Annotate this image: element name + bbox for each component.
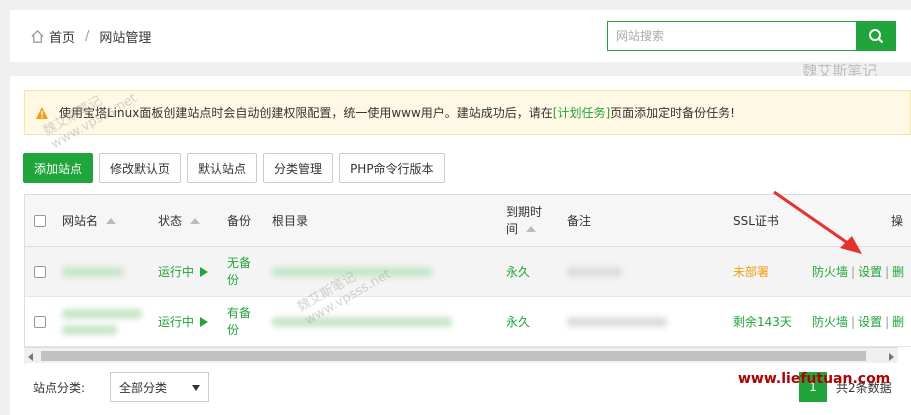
breadcrumb-separator: / — [85, 29, 90, 44]
backup-link[interactable]: 无备份 — [227, 247, 251, 296]
header-expire[interactable]: 到期时 间 — [506, 195, 542, 246]
header-status[interactable]: 状态 — [158, 195, 201, 246]
firewall-link[interactable]: 防火墙 — [812, 313, 848, 330]
category-manage-button[interactable]: 分类管理 — [263, 153, 334, 183]
scroll-left-icon[interactable] — [28, 353, 33, 361]
play-icon — [200, 266, 209, 277]
header-backup: 备份 — [227, 214, 252, 228]
play-icon — [200, 316, 209, 327]
header-bar: 首页 / 网站管理 — [10, 10, 911, 62]
add-site-button[interactable]: 添加站点 — [23, 153, 94, 183]
status-toggle[interactable]: 运行中 — [158, 297, 209, 346]
sort-icon — [190, 217, 201, 224]
header-remark: 备注 — [567, 214, 592, 228]
delete-link[interactable]: 删 — [892, 263, 904, 280]
breadcrumb-home[interactable]: 首页 — [49, 27, 75, 46]
annotation-arrow-icon — [773, 190, 862, 254]
delete-link[interactable]: 删 — [892, 313, 904, 330]
php-cli-version-button[interactable]: PHP命令行版本 — [339, 153, 445, 183]
table-row: 运行中 有备份 永久 剩余143天 防火墙 | 设置 | 删 — [25, 297, 911, 347]
select-all-checkbox[interactable] — [34, 214, 46, 227]
warning-icon — [36, 106, 48, 119]
sort-icon — [106, 217, 117, 224]
row-checkbox[interactable] — [34, 315, 46, 328]
settings-link[interactable]: 设置 — [858, 313, 882, 330]
site-name-link[interactable] — [62, 266, 124, 277]
header-root-dir: 根目录 — [272, 214, 309, 228]
ssl-status[interactable]: 剩余143天 — [733, 297, 792, 346]
category-label: 站点分类: — [33, 381, 86, 395]
backup-link[interactable]: 有备份 — [227, 297, 251, 346]
row-checkbox[interactable] — [34, 265, 46, 278]
alert-text-end: 页面添加定时备份任务! — [610, 106, 735, 120]
remark-field[interactable] — [567, 316, 667, 327]
expire-link[interactable]: 永久 — [506, 247, 530, 296]
site-search — [607, 21, 896, 51]
alert-text: 使用宝塔Linux面板创建站点时会自动创建权限配置，统一使用www用户。建站成功… — [59, 106, 553, 120]
info-alert: 使用宝塔Linux面板创建站点时会自动创建权限配置，统一使用www用户。建站成功… — [24, 90, 911, 135]
expire-link[interactable]: 永久 — [506, 297, 530, 346]
search-input[interactable] — [608, 22, 856, 50]
remark-field[interactable] — [567, 266, 622, 277]
toolbar: 添加站点 修改默认页 默认站点 分类管理 PHP命令行版本 — [23, 153, 445, 183]
edit-default-page-button[interactable]: 修改默认页 — [99, 153, 182, 183]
search-button[interactable] — [856, 22, 895, 50]
firewall-link[interactable]: 防火墙 — [812, 263, 848, 280]
header-site-name[interactable]: 网站名 — [62, 195, 117, 246]
default-site-button[interactable]: 默认站点 — [187, 153, 258, 183]
root-dir-link[interactable] — [272, 316, 452, 327]
search-icon — [868, 29, 883, 44]
breadcrumb: 首页 / 网站管理 — [30, 27, 151, 46]
status-toggle[interactable]: 运行中 — [158, 247, 209, 296]
cron-task-link[interactable]: [计划任务] — [553, 104, 610, 121]
root-dir-link[interactable] — [272, 266, 432, 277]
chevron-down-icon — [192, 385, 200, 391]
scrollbar-thumb[interactable] — [41, 351, 866, 361]
home-icon[interactable] — [30, 29, 45, 44]
settings-link[interactable]: 设置 — [858, 263, 882, 280]
breadcrumb-current: 网站管理 — [99, 31, 152, 46]
header-operations: 操 — [891, 214, 904, 228]
sort-icon — [526, 226, 537, 232]
horizontal-scrollbar[interactable] — [24, 347, 898, 363]
row-actions: 防火墙 | 设置 | 删 — [812, 313, 905, 330]
category-select[interactable]: 全部分类 — [110, 372, 209, 402]
site-name-link[interactable] — [62, 297, 142, 346]
scroll-right-icon[interactable] — [889, 353, 894, 361]
ssl-status[interactable]: 未部署 — [733, 247, 769, 296]
watermark-brand: www.liefutuan.com — [738, 371, 891, 387]
